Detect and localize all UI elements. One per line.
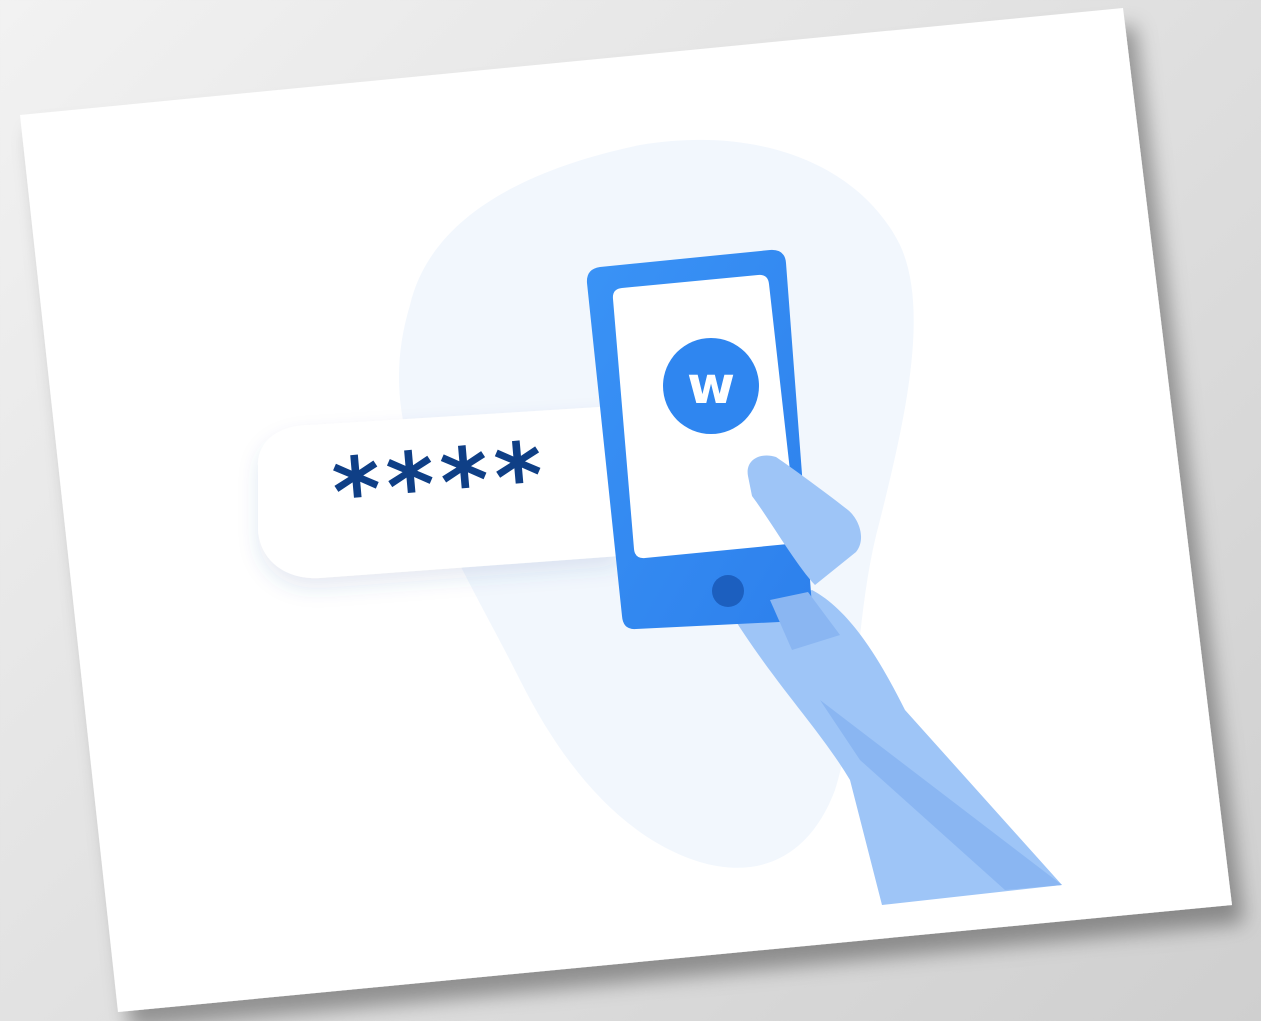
app-logo-letter: w xyxy=(687,356,735,416)
home-button xyxy=(712,575,744,607)
smartphone xyxy=(586,249,813,630)
password-mask: **** xyxy=(329,421,554,546)
scene: **** w xyxy=(0,0,1261,1021)
illustration-canvas: **** w xyxy=(20,8,1232,1012)
app-logo-icon: w xyxy=(663,338,759,434)
